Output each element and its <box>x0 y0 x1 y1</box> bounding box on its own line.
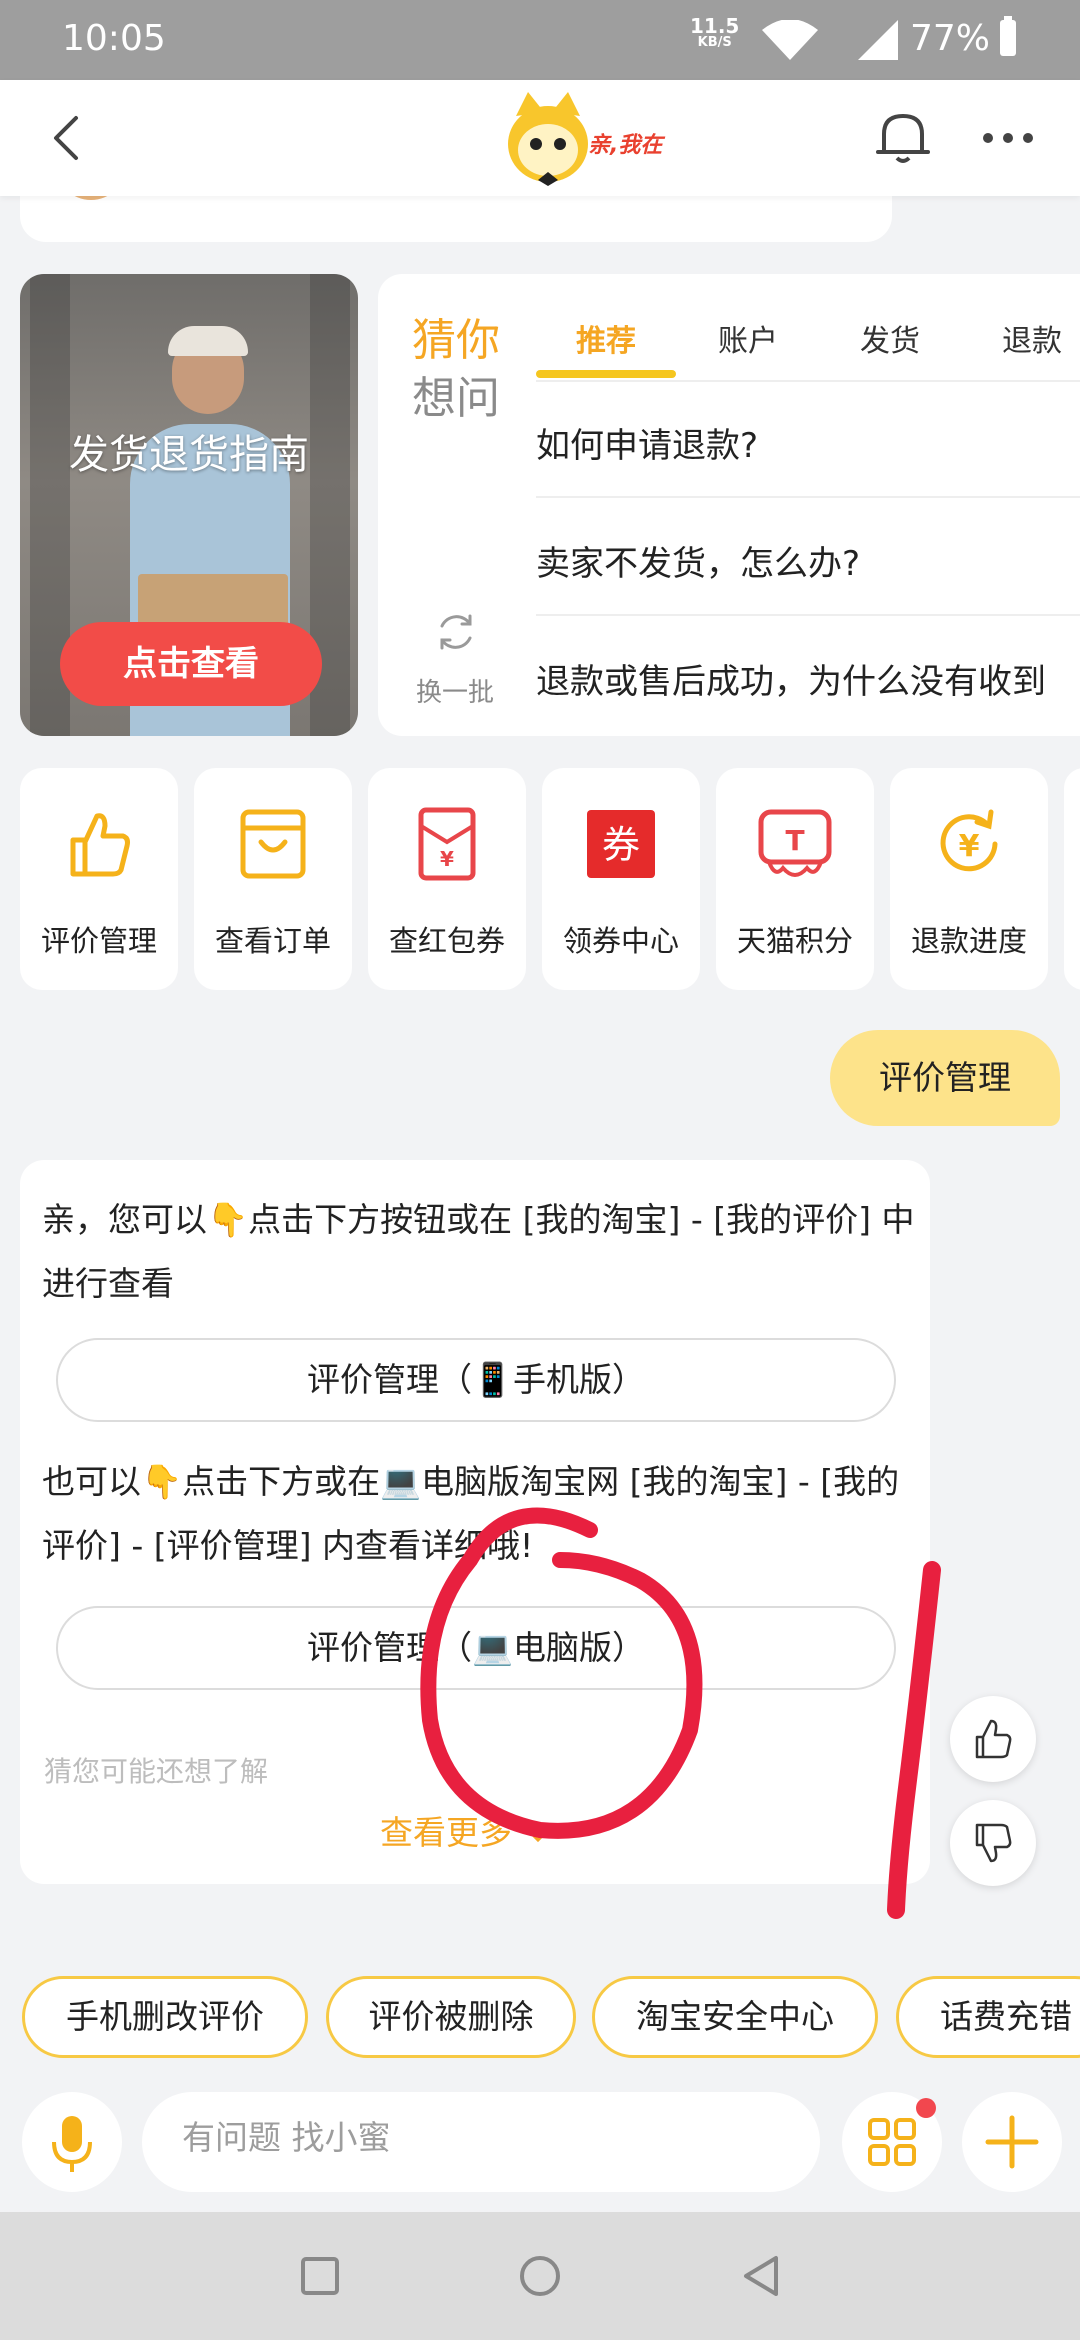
coupon-icon: 券 <box>587 810 655 878</box>
tool-view-orders[interactable]: 查看订单 <box>194 768 352 990</box>
back-icon[interactable] <box>740 2254 784 2298</box>
dislike-button[interactable] <box>950 1800 1036 1886</box>
guide-view-button[interactable]: 点击查看 <box>60 622 322 706</box>
question-divider <box>536 496 1080 498</box>
tab-shipping[interactable]: 发货 <box>860 316 920 360</box>
tab-refund[interactable]: 退款 <box>1002 316 1062 360</box>
user-message-bubble: 评价管理 <box>830 1030 1060 1126</box>
status-bar: 10:05 11.5 KB/S 77% <box>0 0 1080 80</box>
see-more-label: 查看更多 <box>380 1813 512 1852</box>
active-tab-indicator <box>536 370 676 378</box>
bot-answer-card: 亲，您可以👇点击下方按钮或在 [我的淘宝] - [我的评价] 中进行查看 评价管… <box>20 1160 930 1884</box>
tool-coupon-center[interactable]: 券 领券中心 <box>542 768 700 990</box>
tool-label: 查红包券 <box>388 924 505 958</box>
tab-divider <box>536 380 1080 382</box>
status-time: 10:05 <box>62 18 166 59</box>
quick-reply-chips: 手机删改评价 评价被删除 淘宝安全中心 话费充错 <box>0 1968 1080 2064</box>
refresh-label[interactable]: 换一批 <box>416 672 494 709</box>
net-speed: 11.5 KB/S <box>690 16 739 50</box>
faq-card: 猜你 想问 换一批 推荐 账户 发货 退款 如何申请退款? 卖家不发货，怎么办?… <box>378 274 1080 736</box>
thumbs-up-icon <box>70 813 130 877</box>
faq-heading-top: 猜你 <box>412 315 500 366</box>
battery-icon <box>1000 16 1016 56</box>
recents-icon[interactable] <box>300 2256 340 2296</box>
thumbs-down-icon <box>975 1823 1012 1863</box>
tool-label: 天猫积分 <box>736 924 853 958</box>
thumbs-up-icon <box>975 1719 1012 1759</box>
wifi-icon <box>762 20 818 60</box>
review-manage-pc-button[interactable]: 评价管理（💻电脑版） <box>56 1606 896 1690</box>
svg-text:券: 券 <box>602 823 640 867</box>
tool-red-packet[interactable]: ¥ 查红包券 <box>368 768 526 990</box>
signal-icon <box>858 20 898 60</box>
net-speed-unit: KB/S <box>697 35 732 50</box>
notification-dot <box>916 2098 936 2118</box>
svg-text:T: T <box>785 824 804 857</box>
faq-question[interactable]: 如何申请退款? <box>536 418 758 467</box>
shipping-return-guide-card[interactable]: 发货退货指南 点击查看 <box>20 274 358 736</box>
xiaomi-logo: 亲,我在 <box>500 86 670 190</box>
more-dots-icon[interactable] <box>978 118 1038 158</box>
worker-cap <box>168 326 248 356</box>
refund-progress-icon: ¥ <box>940 809 998 872</box>
tool-label: 退款进度 <box>910 924 1027 958</box>
refresh-icon[interactable] <box>434 610 478 654</box>
tool-tmall-points[interactable]: T 天猫积分 <box>716 768 874 990</box>
answer-paragraph: 亲，您可以👇点击下方按钮或在 [我的淘宝] - [我的评价] 中进行查看 <box>42 1200 915 1303</box>
question-divider <box>536 614 1080 616</box>
system-nav-bar <box>0 2212 1080 2340</box>
message-input-box[interactable] <box>142 2092 820 2192</box>
faq-heading-bottom: 想问 <box>412 373 500 424</box>
chip-phone-recharge[interactable]: 话费充错 <box>896 1976 1080 2058</box>
tool-label: 查看订单 <box>214 924 331 958</box>
home-icon[interactable] <box>518 2254 562 2298</box>
faq-question[interactable]: 退款或售后成功，为什么没有收到 <box>536 654 1046 703</box>
tool-refund-progress[interactable]: ¥ 退款进度 <box>890 768 1048 990</box>
tool-label: 评价管理 <box>40 924 157 958</box>
back-arrow-icon[interactable] <box>40 110 96 166</box>
mascot-icon: 亲,我在 <box>508 92 665 186</box>
input-bar <box>0 2086 1080 2212</box>
tool-review-manage[interactable]: 评价管理 <box>20 768 178 990</box>
see-more-link[interactable]: 查看更多 <box>380 1806 553 1854</box>
plus-icon <box>985 2115 1039 2169</box>
review-manage-mobile-button[interactable]: 评价管理（📱手机版） <box>56 1338 896 1422</box>
svg-text:¥: ¥ <box>959 829 980 864</box>
chip-review-deleted[interactable]: 评价被删除 <box>326 1976 576 2058</box>
tmall-points-icon: T <box>758 809 832 877</box>
voice-button[interactable] <box>22 2092 122 2192</box>
chip-edit-review[interactable]: 手机删改评价 <box>22 1976 308 2058</box>
logo-text: 亲,我在 <box>588 133 665 158</box>
tool-peek[interactable] <box>1064 768 1080 990</box>
microphone-icon <box>52 2116 92 2172</box>
guide-title: 发货退货指南 <box>69 432 309 478</box>
bell-icon[interactable] <box>872 106 934 168</box>
tool-label: 领券中心 <box>562 924 679 958</box>
chevron-down-icon <box>525 1827 550 1842</box>
plus-button[interactable] <box>962 2092 1062 2192</box>
tab-account[interactable]: 账户 <box>718 316 778 360</box>
svg-text:¥: ¥ <box>440 847 454 871</box>
app-header: 亲,我在 <box>0 80 1080 196</box>
answer-paragraph: 也可以👇点击下方或在💻电脑版淘宝网 [我的淘宝] - [我的评价] - [评价管… <box>42 1462 900 1565</box>
faq-question[interactable]: 卖家不发货，怎么办? <box>536 536 860 585</box>
red-packet-icon: ¥ <box>418 807 476 881</box>
related-hint: 猜您可能还想了解 <box>44 1755 269 1788</box>
tools-row: 评价管理 查看订单 ¥ 查红包券 券 领券中心 T 天猫积分 ¥ 退款进度 <box>20 768 1080 990</box>
battery-percent: 77% <box>910 18 991 59</box>
apps-button[interactable] <box>842 2092 942 2192</box>
tab-recommend[interactable]: 推荐 <box>576 316 636 360</box>
chip-security-center[interactable]: 淘宝安全中心 <box>592 1976 878 2058</box>
net-speed-value: 11.5 <box>690 14 740 38</box>
like-button[interactable] <box>950 1696 1036 1782</box>
message-input[interactable] <box>182 2118 782 2157</box>
order-bag-icon <box>240 809 306 879</box>
